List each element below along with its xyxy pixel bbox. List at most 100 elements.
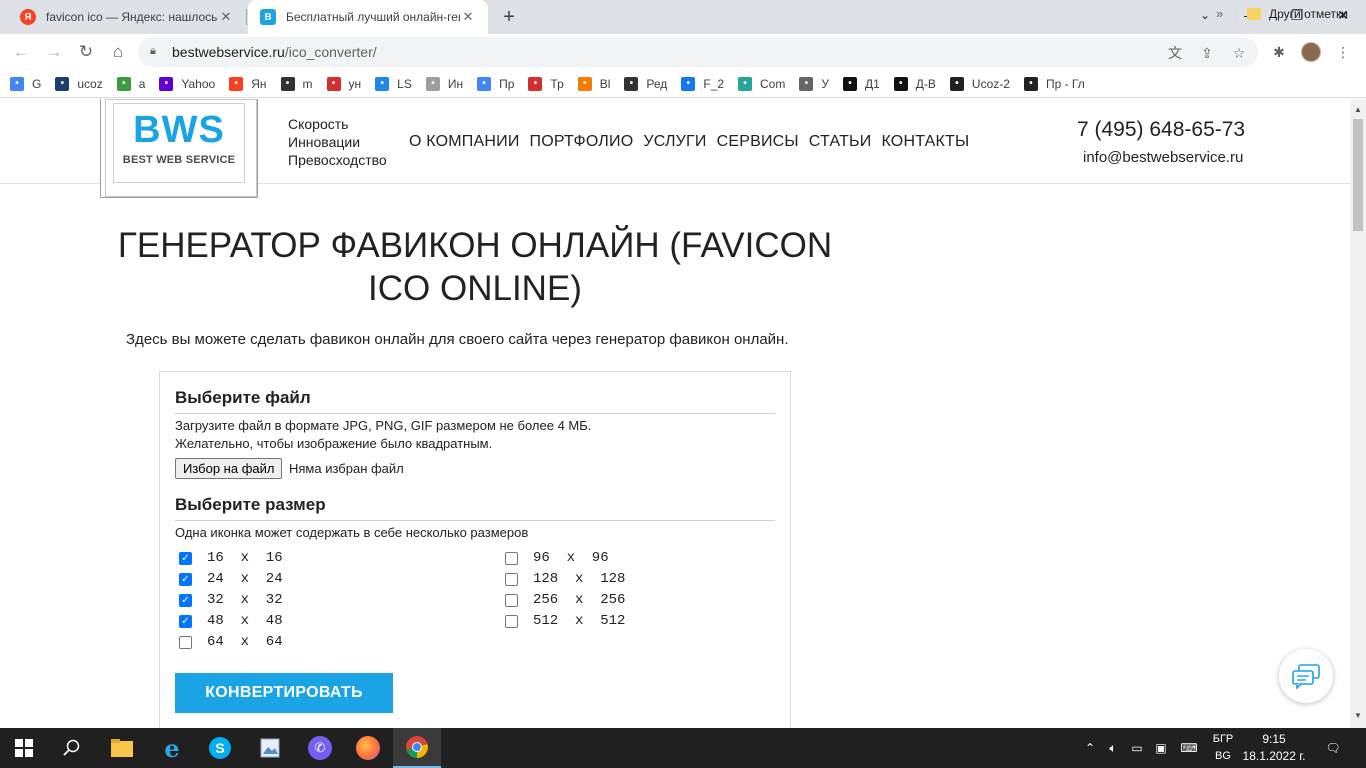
email-link[interactable]: info@bestwebservice.ru [1083,149,1243,166]
size-checkbox[interactable]: ✓ [179,614,192,628]
other-bookmarks[interactable]: Други отметки [1236,4,1348,24]
chat-icon [1292,664,1320,689]
nav-articles[interactable]: СТАТЬИ [809,133,872,151]
back-icon[interactable]: ← [9,40,33,64]
translate-icon[interactable]: 文 [1166,44,1184,62]
language-indicator[interactable]: БГР BG [1206,731,1240,765]
notifications-icon[interactable]: 🗨︎ [1318,728,1348,768]
search-button[interactable] [48,728,96,768]
bookmark-item[interactable]: • Д1 [842,76,880,91]
bookmark-item[interactable]: • Пр [477,76,514,91]
size-checkbox[interactable] [505,551,518,565]
nav-tools[interactable]: СЕРВИСЫ [717,133,799,151]
converter-form: Выберите файл Загрузите файл в формате J… [159,371,791,728]
grid-icon: • [425,76,440,91]
forward-icon[interactable]: → [42,40,66,64]
bookmark-item[interactable]: • Yahoo [159,76,215,91]
skype-button[interactable]: S [196,728,244,768]
bookmark-item[interactable]: • Пр - Гл [1023,76,1085,91]
bookmark-item[interactable]: • Ян [229,76,267,91]
size-option[interactable]: ✓ 24 x 24 [179,571,283,587]
file-explorer-button[interactable] [98,728,146,768]
page-title: ГЕНЕРАТОР ФАВИКОН ОНЛАЙН (FAVICON ICO ON… [110,224,840,310]
scroll-up-icon[interactable]: ▲ [1354,105,1362,114]
start-button[interactable] [0,728,48,768]
size-option[interactable]: ✓ 48 x 48 [179,613,283,629]
size-checkbox[interactable]: ✓ [179,551,192,565]
size-option[interactable]: 64 x 64 [179,634,283,650]
m-icon: • [280,76,295,91]
scroll-down-icon[interactable]: ▼ [1354,711,1362,720]
share-icon[interactable]: ⇪ [1198,44,1216,62]
size-option[interactable]: 512 x 512 [505,613,625,629]
size-option[interactable]: 256 x 256 [505,592,625,608]
bookmark-item[interactable]: • Com [738,76,785,91]
bookmark-item[interactable]: • ун [326,76,361,91]
convert-button[interactable]: КОНВЕРТИРОВАТЬ [175,673,393,713]
chat-button[interactable] [1279,649,1333,703]
bookmark-item[interactable]: • G [10,76,41,91]
size-checkbox[interactable] [505,572,518,586]
profile-avatar[interactable] [1301,42,1321,62]
bookmark-item[interactable]: • LS [375,76,412,91]
cloud-icon: • [738,76,752,91]
site-logo[interactable]: BWS BEST WEB SERVICE [100,99,258,198]
home-icon[interactable]: ⌂ [106,40,130,64]
size-option[interactable]: ✓ 16 x 16 [179,550,283,566]
bookmark-item[interactable]: • a [116,76,145,91]
choose-file-button[interactable]: Избор на файл [175,458,283,479]
new-tab-button[interactable]: + [498,6,520,28]
tab-bestwebservice[interactable]: B Бесплатный лучший онлайн-ген ✕ [248,0,488,34]
bookmark-item[interactable]: • Ucoz-2 [949,76,1010,91]
bookmark-item[interactable]: • Д-В [893,76,936,91]
chrome-button[interactable] [393,728,441,768]
bookmark-item[interactable]: • Bl [577,76,610,91]
photo-viewer-button[interactable] [246,728,294,768]
bookmark-item[interactable]: • F_2 [681,76,724,91]
network-icon[interactable]: ▣ [1150,728,1172,768]
size-checkbox[interactable] [179,635,192,649]
close-tab-icon[interactable]: ✕ [218,9,234,25]
bookmark-item[interactable]: • ucoz [55,76,103,91]
size-section-title: Выберите размер [175,495,326,514]
close-tab-icon[interactable]: ✕ [460,9,476,25]
nav-portfolio[interactable]: ПОРТФОЛИО [530,133,634,151]
nav-services[interactable]: УСЛУГИ [643,133,706,151]
page-scrollbar[interactable]: ▲ ▼ [1350,99,1366,728]
bookmark-item[interactable]: • Тр [528,76,564,91]
keyboard-icon[interactable]: ⌨ [1176,728,1202,768]
lock-icon: 🔒︎ [150,45,156,57]
size-option[interactable]: 128 x 128 [505,571,625,587]
phone-number[interactable]: 7 (495) 648-65-73 [1077,118,1245,142]
bookmark-item[interactable]: • Ред [624,76,667,91]
battery-icon[interactable]: ▭ [1126,728,1148,768]
extensions-icon[interactable]: ✱ [1270,43,1288,61]
scroll-thumb[interactable] [1353,119,1363,231]
size-checkbox[interactable]: ✓ [179,572,192,586]
menu-icon[interactable]: ⋮ [1334,43,1352,61]
tagline-line: Скорость [288,116,349,132]
clock[interactable]: 9:15 18.1.2022 г. [1240,731,1308,765]
size-checkbox[interactable] [505,614,518,628]
nav-contacts[interactable]: КОНТАКТЫ [881,133,969,151]
size-option[interactable]: 96 x 96 [505,550,609,566]
size-label: 32 x 32 [207,592,283,608]
bookmark-item[interactable]: • Ин [425,76,463,91]
size-checkbox[interactable]: ✓ [179,593,192,607]
file-section-title: Выберите файл [175,388,311,407]
size-option[interactable]: ✓ 32 x 32 [179,592,283,608]
reload-icon[interactable]: ↻ [74,40,98,64]
bookmark-item[interactable]: • m [280,76,313,91]
internet-explorer-button[interactable]: e [148,728,196,768]
bookmark-star-icon[interactable]: ☆ [1230,44,1248,62]
nav-about[interactable]: О КОМПАНИИ [409,133,520,151]
tab-yandex[interactable]: Я favicon ico — Яндекс: нашлось 3 ✕ [8,0,246,34]
bookmark-item[interactable]: • У [799,76,829,91]
firefox-button[interactable] [344,728,392,768]
bookmarks-overflow-icon[interactable]: » [1216,6,1223,21]
tray-expand-icon[interactable]: ⌃ [1080,728,1100,768]
address-bar[interactable]: 🔒︎ bestwebservice.ru/ico_converter/ 文 ⇪ … [138,37,1258,67]
size-checkbox[interactable] [505,593,518,607]
volume-icon[interactable]: 🔈︎ [1102,728,1124,768]
viber-button[interactable]: ✆ [296,728,344,768]
